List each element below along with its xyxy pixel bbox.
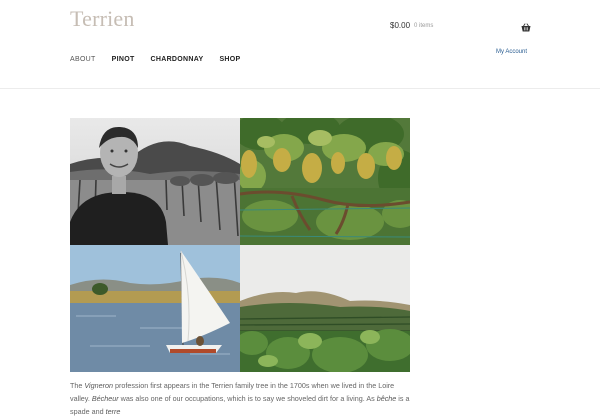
photo-gallery	[70, 118, 410, 372]
cart-summary[interactable]: $0.00 0 items	[390, 21, 433, 30]
vigneron-term: Vigneron	[84, 381, 114, 390]
grape-clusters-photo	[240, 118, 410, 245]
nav-item-pinot[interactable]: PINOT	[112, 56, 135, 63]
vintner-portrait-photo	[70, 118, 240, 245]
intro-text-3: was also one of our occupations, which i…	[118, 394, 377, 403]
intro-text-1: The	[70, 381, 85, 390]
main-navigation: ABOUT PINOT CHARDONNAY SHOP	[70, 56, 256, 63]
vineyard-hills-photo	[240, 245, 410, 372]
becheur-term: Bécheur	[91, 394, 119, 403]
header-divider	[0, 88, 600, 89]
intro-paragraph: The Vigneron profession first appears in…	[70, 379, 410, 418]
beche-term: bêche	[376, 394, 397, 403]
my-account-link[interactable]: My Account	[496, 49, 527, 55]
nav-item-shop[interactable]: SHOP	[219, 56, 240, 63]
sailboat-lake-photo	[70, 245, 240, 372]
nav-item-chardonnay[interactable]: CHARDONNAY	[151, 56, 204, 63]
terre-term: terre	[105, 407, 121, 416]
site-title[interactable]: Terrien	[70, 6, 135, 32]
basket-icon[interactable]	[521, 23, 531, 32]
cart-item-count[interactable]: 0 items	[414, 23, 433, 29]
cart-total[interactable]: $0.00	[390, 21, 410, 30]
nav-item-about[interactable]: ABOUT	[70, 56, 96, 63]
